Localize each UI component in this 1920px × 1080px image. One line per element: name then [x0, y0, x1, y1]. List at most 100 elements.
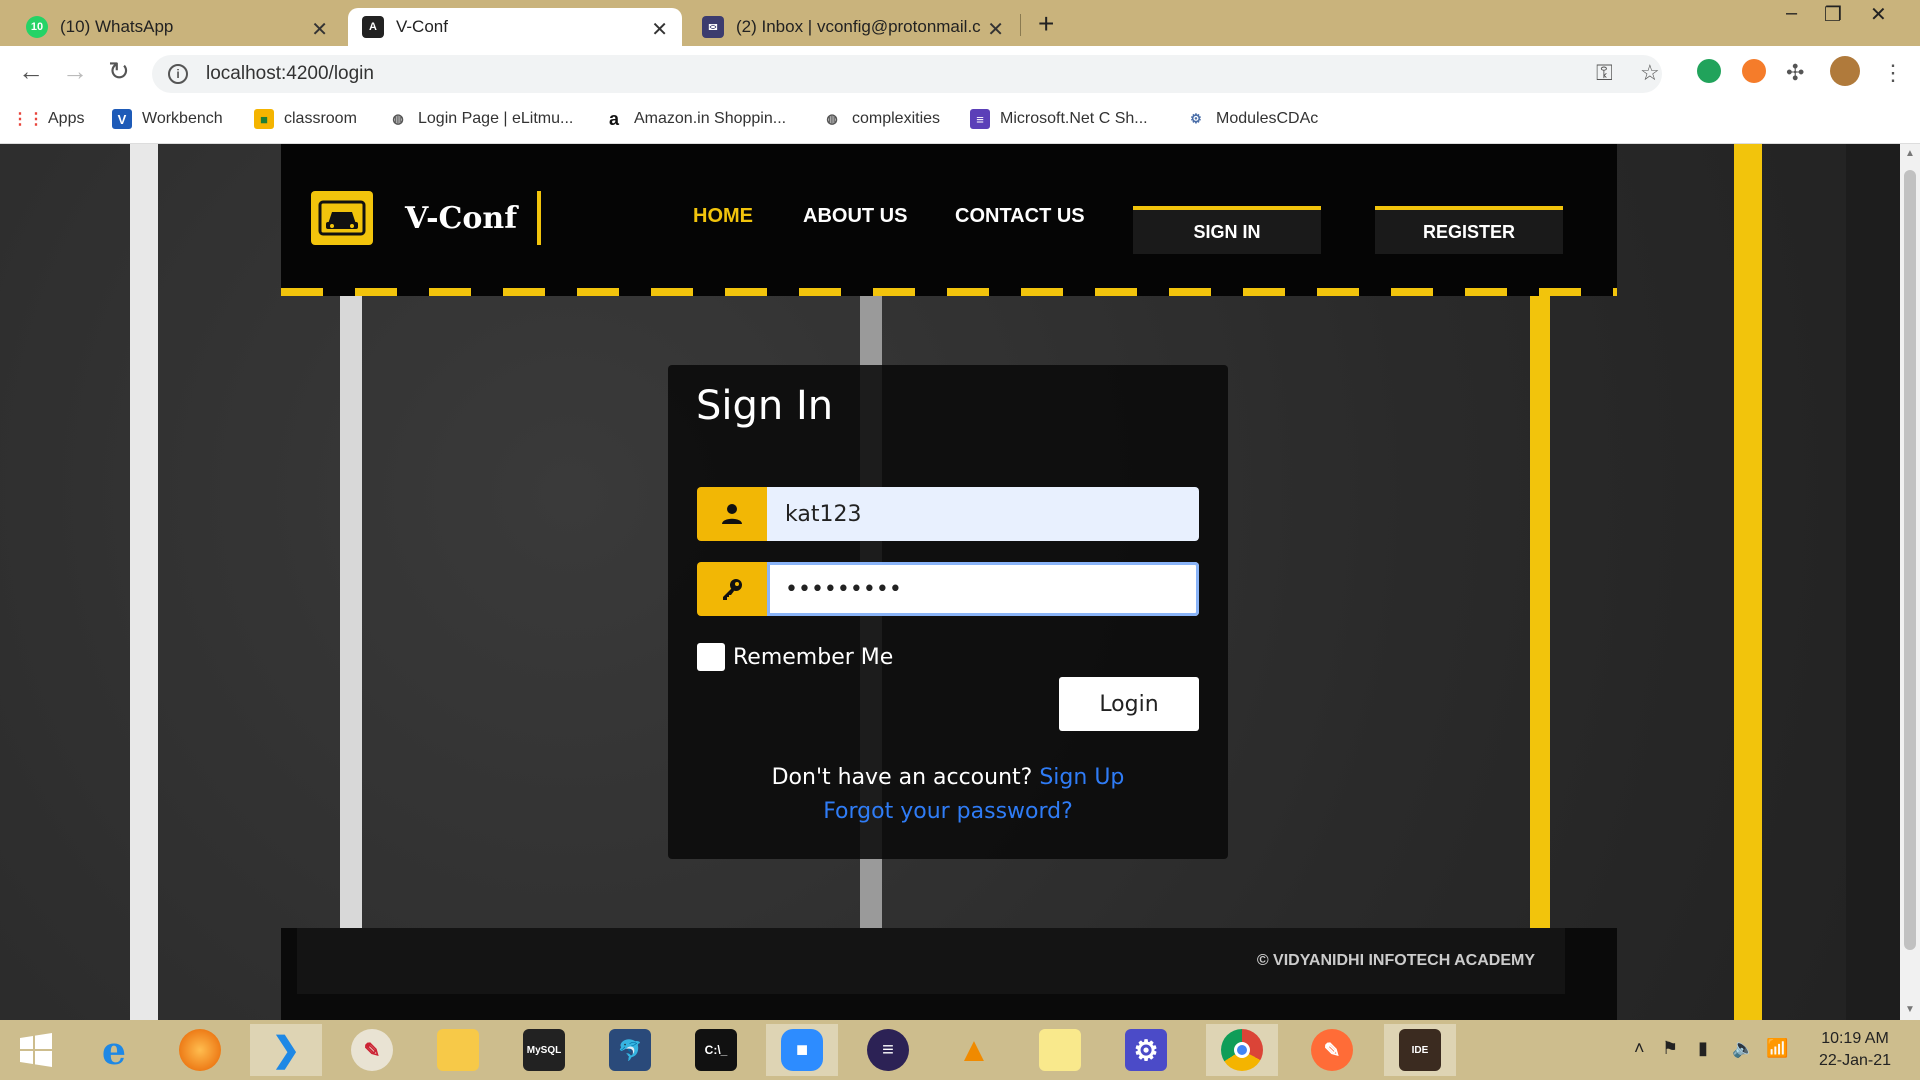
whatsapp-icon: 10 — [26, 16, 48, 38]
star-icon[interactable]: ☆ — [1640, 60, 1660, 86]
amazon-icon: a — [608, 108, 619, 129]
register-button[interactable]: REGISTER — [1375, 206, 1563, 254]
hazard-stripe — [281, 288, 1617, 296]
taskbar-clock[interactable]: 10:19 AM 22-Jan-21 — [1800, 1028, 1910, 1072]
puzzle-icon[interactable]: ✣ — [1786, 60, 1804, 86]
firefox-icon[interactable] — [164, 1024, 236, 1076]
clock-date: 22-Jan-21 — [1818, 1052, 1892, 1069]
key-icon — [697, 562, 767, 616]
scroll-up-icon[interactable]: ▲ — [1905, 148, 1915, 159]
eclipse-icon[interactable]: ≡ — [852, 1024, 924, 1076]
apps-grid-icon: ⋮⋮ — [12, 111, 44, 128]
volume-icon[interactable]: 🔈 — [1732, 1038, 1754, 1059]
login-button[interactable]: Login — [1059, 677, 1199, 731]
forgot-password-link[interactable]: Forgot your password? — [823, 799, 1073, 824]
java-ee-ide-icon[interactable]: IDE — [1384, 1024, 1456, 1076]
car-logo-icon — [311, 191, 373, 245]
scroll-thumb[interactable] — [1904, 170, 1916, 950]
close-icon[interactable]: ✕ — [987, 17, 1004, 42]
bookmark-apps[interactable]: ⋮⋮ Apps — [12, 109, 85, 129]
bookmark-label: Workbench — [142, 110, 223, 127]
menu-icon[interactable]: ⋮ — [1882, 60, 1904, 86]
footer-panel: © VIDYANIDHI INFOTECH ACADEMY — [297, 928, 1565, 994]
tab-protonmail[interactable]: ✉ (2) Inbox | vconfig@protonmail.c ✕ — [688, 8, 1018, 46]
network-icon[interactable]: 📶 — [1766, 1038, 1788, 1059]
settings-icon[interactable]: ⚙ — [1110, 1024, 1182, 1076]
tab-separator — [1020, 14, 1021, 36]
bookmark-complexities[interactable]: ◍ complexities — [822, 109, 940, 129]
scroll-down-icon[interactable]: ▼ — [1905, 1004, 1915, 1015]
nav-contact[interactable]: CONTACT US — [955, 205, 1085, 228]
bookmark-label: complexities — [852, 110, 941, 127]
page-title: Sign In — [696, 383, 834, 429]
bookmark-classroom[interactable]: ■ classroom — [254, 109, 357, 129]
nav-about[interactable]: ABOUT US — [803, 205, 907, 228]
vlc-icon[interactable]: ▲ — [938, 1024, 1010, 1076]
file-explorer-icon[interactable] — [422, 1024, 494, 1076]
bookmark-modulescdac[interactable]: ⚙ ModulesCDAc — [1186, 109, 1318, 129]
signup-link[interactable]: Sign Up — [1039, 765, 1124, 790]
copyright-text: © VIDYANIDHI INFOTECH ACADEMY — [1256, 952, 1535, 969]
zoom-icon[interactable]: ■ — [766, 1024, 838, 1076]
road-edge — [1846, 144, 1900, 1020]
windows-taskbar: e ❯ ✎ MySQL 🐬 C:\_ ■ ≡ ▲ ⚙ ✎ IDE ˄ ⚑ ▮ 🔈… — [0, 1020, 1920, 1080]
chrome-icon[interactable] — [1206, 1024, 1278, 1076]
sign-in-button[interactable]: SIGN IN — [1133, 206, 1321, 254]
bookmark-label: Microsoft.Net C Sh... — [1000, 110, 1148, 127]
tab-vconf[interactable]: A V-Conf ✕ — [348, 8, 682, 46]
sticky-notes-icon[interactable] — [1024, 1024, 1096, 1076]
nav-home[interactable]: HOME — [693, 205, 753, 228]
signup-row: Don't have an account? Sign Up — [668, 765, 1228, 790]
postman-icon[interactable]: ✎ — [1296, 1024, 1368, 1076]
close-window-button[interactable]: ✕ — [1870, 2, 1887, 27]
tab-title: (10) WhatsApp — [60, 17, 174, 36]
windows-start-icon[interactable] — [0, 1024, 72, 1076]
reload-icon[interactable]: ↻ — [108, 56, 130, 87]
angular-icon: A — [362, 16, 384, 38]
remember-me: Remember Me — [697, 643, 893, 671]
forward-icon[interactable]: → — [62, 56, 88, 87]
bookmark-login-page[interactable]: ◍ Login Page | eLitmu... — [388, 109, 573, 129]
classroom-icon: ■ — [254, 109, 274, 129]
page-scrollbar[interactable]: ▲ ▼ — [1900, 144, 1920, 1020]
info-icon[interactable]: i — [168, 64, 188, 84]
tab-title: V-Conf — [396, 17, 448, 36]
restore-button[interactable]: ❐ — [1824, 2, 1842, 27]
globe-icon: ◍ — [826, 111, 838, 126]
address-bar[interactable]: i localhost:4200/login — [152, 55, 1662, 93]
avatar[interactable] — [1830, 56, 1860, 86]
paint-icon[interactable]: ✎ — [336, 1024, 408, 1076]
key-icon[interactable]: ⚿ — [1596, 60, 1613, 86]
site-footer: © VIDYANIDHI INFOTECH ACADEMY — [281, 928, 1617, 1020]
flag-icon[interactable]: ⚑ — [1662, 1038, 1678, 1059]
tab-whatsapp[interactable]: 10 (10) WhatsApp ✕ — [12, 8, 342, 46]
road-yellow-line — [1734, 144, 1762, 1020]
battery-icon[interactable]: ▮ — [1698, 1038, 1708, 1059]
grammarly-extension-icon[interactable] — [1697, 59, 1721, 83]
mysql-workbench-icon[interactable]: 🐬 — [594, 1024, 666, 1076]
bookmark-workbench[interactable]: V Workbench — [112, 109, 223, 129]
close-icon[interactable]: ✕ — [651, 17, 668, 42]
bookmark-amazon[interactable]: a Amazon.in Shoppin... — [604, 109, 786, 129]
no-account-text: Don't have an account? — [771, 765, 1033, 790]
tray-chevron-icon[interactable]: ˄ — [1634, 1038, 1645, 1059]
password-input[interactable] — [767, 562, 1199, 616]
terminal-icon[interactable]: C:\_ — [680, 1024, 752, 1076]
bookmarks-bar: ⋮⋮ Apps V Workbench ■ classroom ◍ Login … — [0, 100, 1920, 144]
back-icon[interactable]: ← — [18, 56, 44, 87]
bookmark-microsoft-net[interactable]: ≡ Microsoft.Net C Sh... — [970, 109, 1148, 129]
close-icon[interactable]: ✕ — [311, 17, 328, 42]
username-input[interactable] — [767, 487, 1199, 541]
site-logo[interactable]: V-Conf — [311, 191, 541, 245]
mysql-shell-icon[interactable]: MySQL — [508, 1024, 580, 1076]
remember-checkbox[interactable] — [697, 643, 725, 671]
remember-label: Remember Me — [733, 644, 894, 670]
new-tab-button[interactable]: + — [1038, 8, 1054, 40]
bookmark-label: ModulesCDAc — [1216, 110, 1319, 127]
browser-tab-bar: 10 (10) WhatsApp ✕ A V-Conf ✕ ✉ (2) Inbo… — [0, 0, 1920, 46]
bookmark-label: Apps — [48, 110, 85, 127]
extension-icon[interactable] — [1742, 59, 1766, 83]
internet-explorer-icon[interactable]: e — [78, 1024, 150, 1076]
minimize-button[interactable]: – — [1786, 2, 1797, 25]
vscode-icon[interactable]: ❯ — [250, 1024, 322, 1076]
